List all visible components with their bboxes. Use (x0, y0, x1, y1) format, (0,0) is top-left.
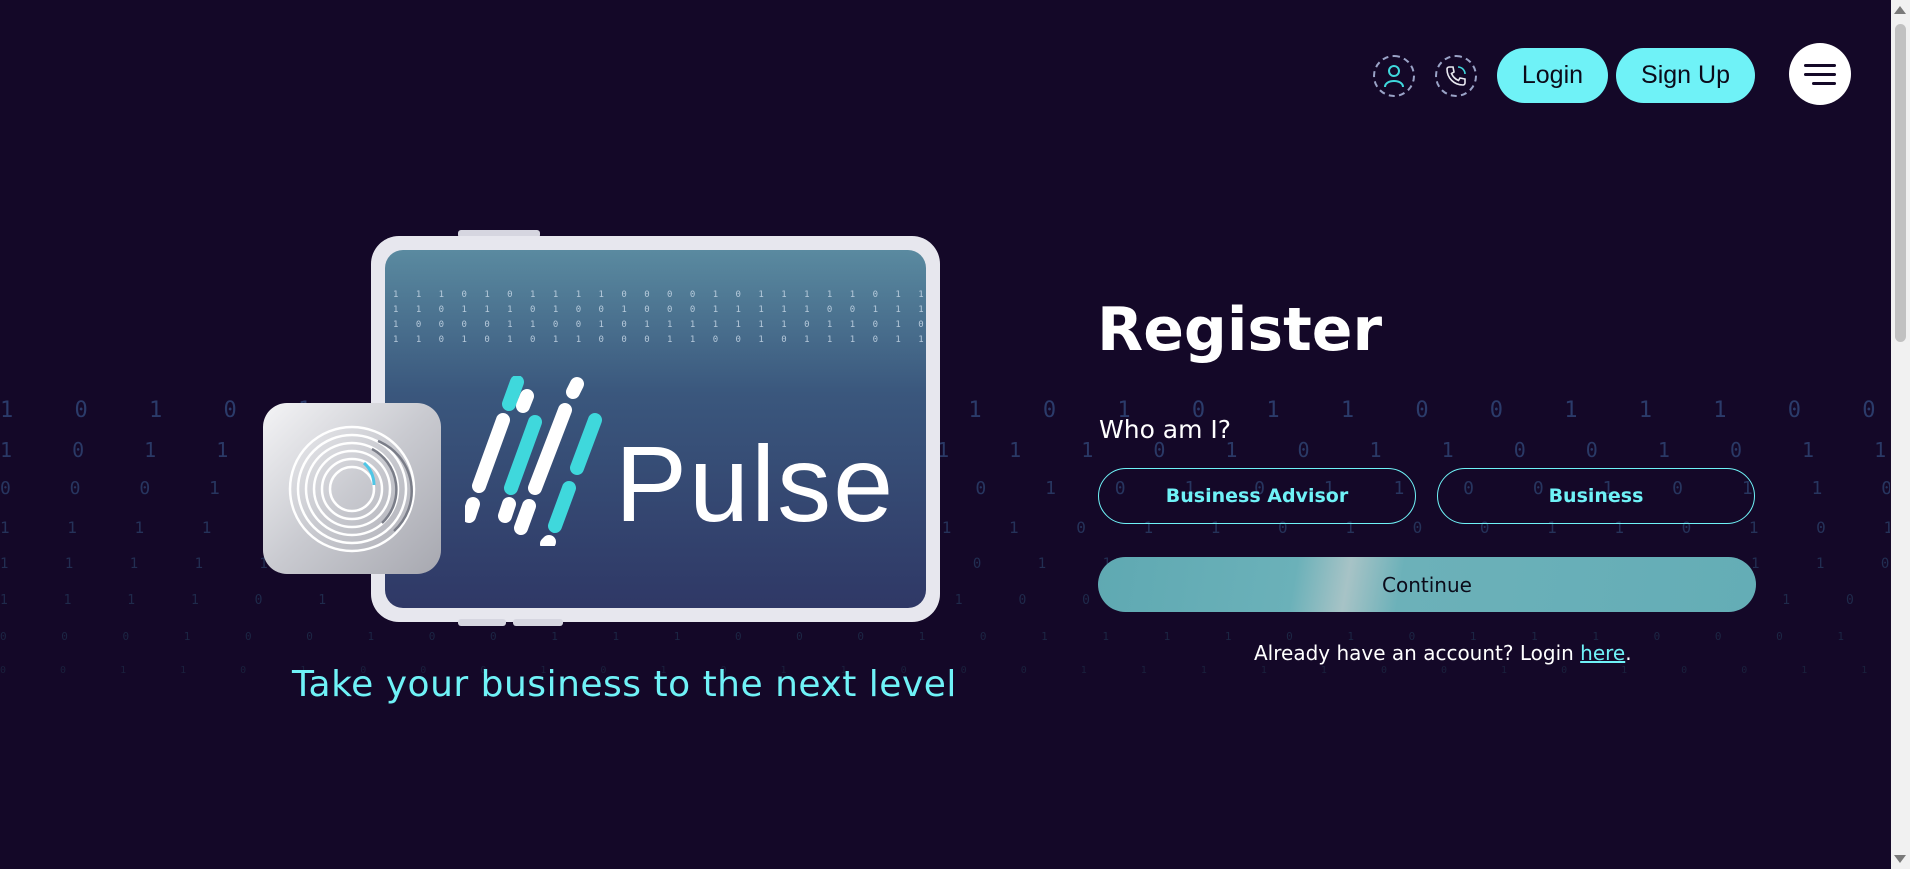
pulse-logo-mark-icon (462, 375, 615, 551)
hamburger-menu-icon[interactable] (1789, 43, 1851, 105)
login-prompt-suffix: . (1625, 641, 1632, 665)
header-actions: Login Sign Up (1372, 48, 1755, 103)
business-button[interactable]: Business (1437, 468, 1755, 524)
tablet-notch (458, 619, 506, 626)
screen-binary-pattern: 1 1 1 0 1 0 1 1 1 1 0 0 0 0 1 0 1 1 1 1 … (393, 290, 924, 345)
hero-tablet: 1 1 1 0 1 0 1 1 1 1 0 0 0 0 1 0 1 1 1 1 … (371, 236, 940, 622)
tablet-screen: 1 1 1 0 1 0 1 1 1 1 0 0 0 0 1 0 1 1 1 1 … (385, 250, 926, 608)
fingerprint-card (263, 403, 441, 574)
scrollbar-thumb[interactable] (1895, 24, 1906, 342)
login-here-link[interactable]: here (1580, 641, 1625, 665)
tablet-notch (513, 619, 563, 626)
signup-button[interactable]: Sign Up (1616, 48, 1755, 103)
user-icon[interactable] (1372, 54, 1415, 97)
continue-button[interactable]: Continue (1098, 557, 1756, 612)
business-advisor-button[interactable]: Business Advisor (1098, 468, 1416, 524)
role-question-label: Who am I? (1099, 415, 1232, 444)
page-scrollbar[interactable] (1891, 0, 1910, 869)
scroll-up-arrow-icon[interactable] (1894, 6, 1906, 14)
page-title: Register (1097, 295, 1383, 365)
hero-tagline: Take your business to the next level (292, 664, 957, 705)
login-prompt: Already have an account? Login here . (1254, 641, 1632, 665)
fingerprint-icon (288, 425, 416, 552)
logo-wordmark: Pulse (615, 423, 896, 544)
phone-icon[interactable] (1434, 54, 1477, 97)
login-button[interactable]: Login (1496, 48, 1609, 103)
scroll-down-arrow-icon[interactable] (1894, 855, 1906, 863)
login-prompt-text: Already have an account? Login (1254, 641, 1581, 665)
